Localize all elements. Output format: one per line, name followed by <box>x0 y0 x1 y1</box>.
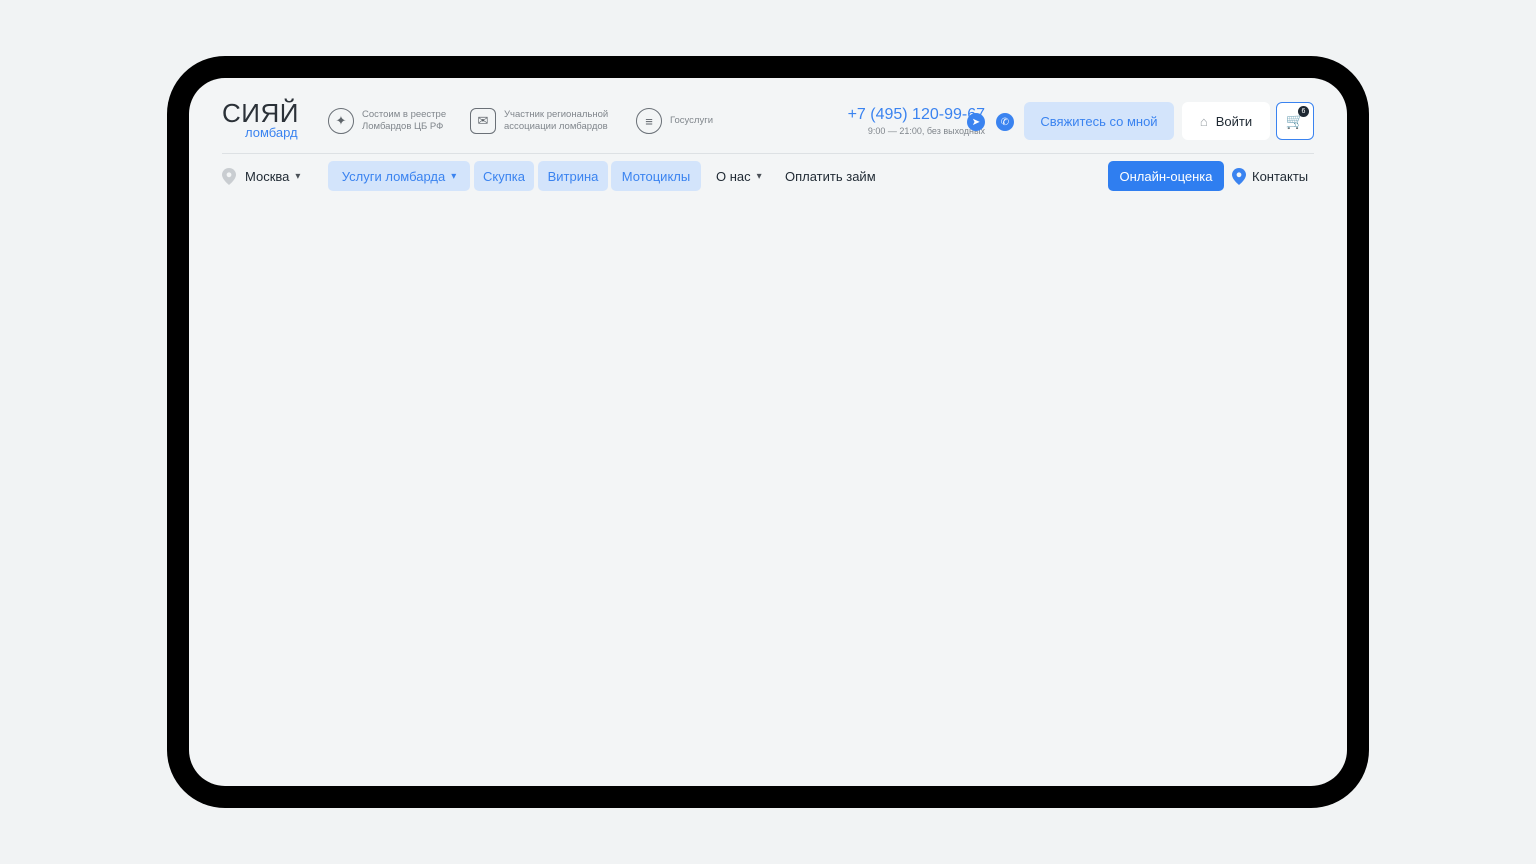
contacts-label: Контакты <box>1252 168 1309 184</box>
login-button[interactable]: ⌂ Войти <box>1182 102 1270 140</box>
nav-item-buyout[interactable]: Скупка <box>474 161 534 191</box>
registry-badge-line2: Ломбардов ЦБ РФ <box>362 121 444 132</box>
home-icon: ⌂ <box>1199 113 1208 129</box>
contact-me-button[interactable]: Свяжитесь со мной <box>1024 102 1174 140</box>
registry-badge[interactable]: ✦ Состоим в реестре Ломбардов ЦБ РФ <box>328 106 446 136</box>
logo-sub-text: ломбард <box>245 125 298 140</box>
association-badge[interactable]: ✉ Участник региональной ассоциации ломба… <box>470 106 608 136</box>
working-hours: 9:00 — 21:00, без выходных <box>867 126 985 136</box>
tablet-screen: СИЯЙ ломбард ✦ Состоим в реестре Ломбард… <box>189 78 1347 786</box>
nav-item-about-label: О нас <box>716 168 751 184</box>
location-pin-icon <box>1232 167 1246 185</box>
nav-item-pawn-services[interactable]: Услуги ломбарда ▾ <box>328 161 470 191</box>
whatsapp-icon[interactable]: ✆ <box>996 113 1014 131</box>
nav-item-pawn-services-label: Услуги ломбарда <box>341 168 446 184</box>
header-divider <box>222 153 1314 154</box>
emblem-icon: ✦ <box>328 108 354 134</box>
nav-item-motorcycles[interactable]: Мотоциклы <box>611 161 701 191</box>
nav-item-contacts[interactable]: Контакты <box>1232 161 1308 191</box>
chevron-down-icon: ▾ <box>756 170 762 182</box>
logo-main-text: СИЯЙ <box>222 98 299 128</box>
tablet-frame: СИЯЙ ломбард ✦ Состоим в реестре Ломбард… <box>167 56 1369 808</box>
header-top: СИЯЙ ломбард ✦ Состоим в реестре Ломбард… <box>222 100 1314 142</box>
nav-item-showcase[interactable]: Витрина <box>538 161 608 191</box>
city-selector[interactable]: Москва ▾ <box>222 161 300 191</box>
association-icon: ✉ <box>470 108 496 134</box>
telegram-icon[interactable]: ➤ <box>967 113 985 131</box>
nav-item-about[interactable]: О нас ▾ <box>716 161 762 191</box>
phone-block: +7 (495) 120-99-67 9:00 — 21:00, без вых… <box>810 106 985 137</box>
phone-number[interactable]: +7 (495) 120-99-67 <box>810 106 985 124</box>
location-pin-icon <box>222 167 236 185</box>
gosuslugi-badge-label: Госуслуги <box>670 115 714 126</box>
login-button-label: Войти <box>1215 113 1253 129</box>
association-badge-line2: ассоциации ломбардов <box>504 121 608 132</box>
registry-badge-line1: Состоим в реестре <box>362 109 447 120</box>
chevron-down-icon: ▾ <box>295 170 301 182</box>
city-label: Москва <box>245 168 290 184</box>
cart-count-badge: 6 <box>1298 106 1309 117</box>
logo[interactable]: СИЯЙ ломбард <box>222 100 302 142</box>
gosuslugi-badge[interactable]: ≡ Госуслуги <box>636 106 713 136</box>
main-nav: Москва ▾ Услуги ломбарда ▾ Скупка Витрин… <box>222 161 1314 191</box>
gosuslugi-icon: ≡ <box>636 108 662 134</box>
cart-button[interactable]: 🛒 6 <box>1276 102 1314 140</box>
online-appraisal-button[interactable]: Онлайн-оценка <box>1108 161 1224 191</box>
association-badge-line1: Участник региональной <box>504 109 609 120</box>
nav-item-pay-loan[interactable]: Оплатить займ <box>785 161 876 191</box>
chevron-down-icon: ▾ <box>451 170 457 182</box>
